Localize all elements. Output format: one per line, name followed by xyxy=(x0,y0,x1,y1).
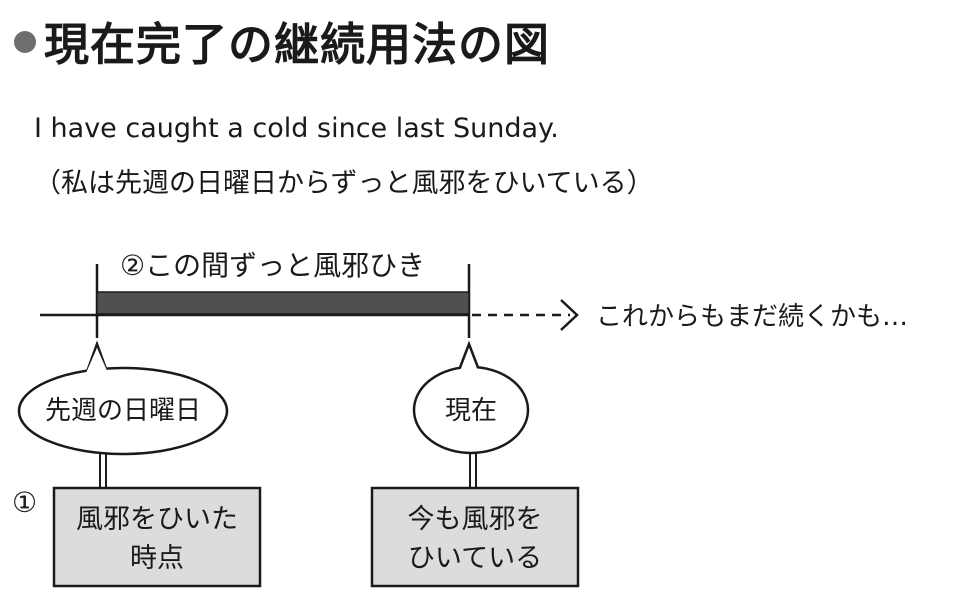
now-box-line: ひいている xyxy=(407,543,543,574)
now-bubble-label: 現在 xyxy=(444,396,497,426)
start-box-text: 風邪をひいた 時点 xyxy=(54,500,260,578)
start-box-line: 風邪をひいた xyxy=(76,504,238,535)
duration-label: ②この間ずっと風邪ひき xyxy=(120,249,426,282)
now-box-text: 今も風邪を ひいている xyxy=(372,500,578,578)
start-bubble-label: 先週の日曜日 xyxy=(44,396,201,426)
duration-bar xyxy=(96,291,470,315)
marker-number: ① xyxy=(12,486,38,519)
continuation-label: これからもまだ続くかも… xyxy=(596,302,909,332)
start-box-line: 時点 xyxy=(130,543,184,574)
now-box-line: 今も風邪を xyxy=(407,504,543,535)
